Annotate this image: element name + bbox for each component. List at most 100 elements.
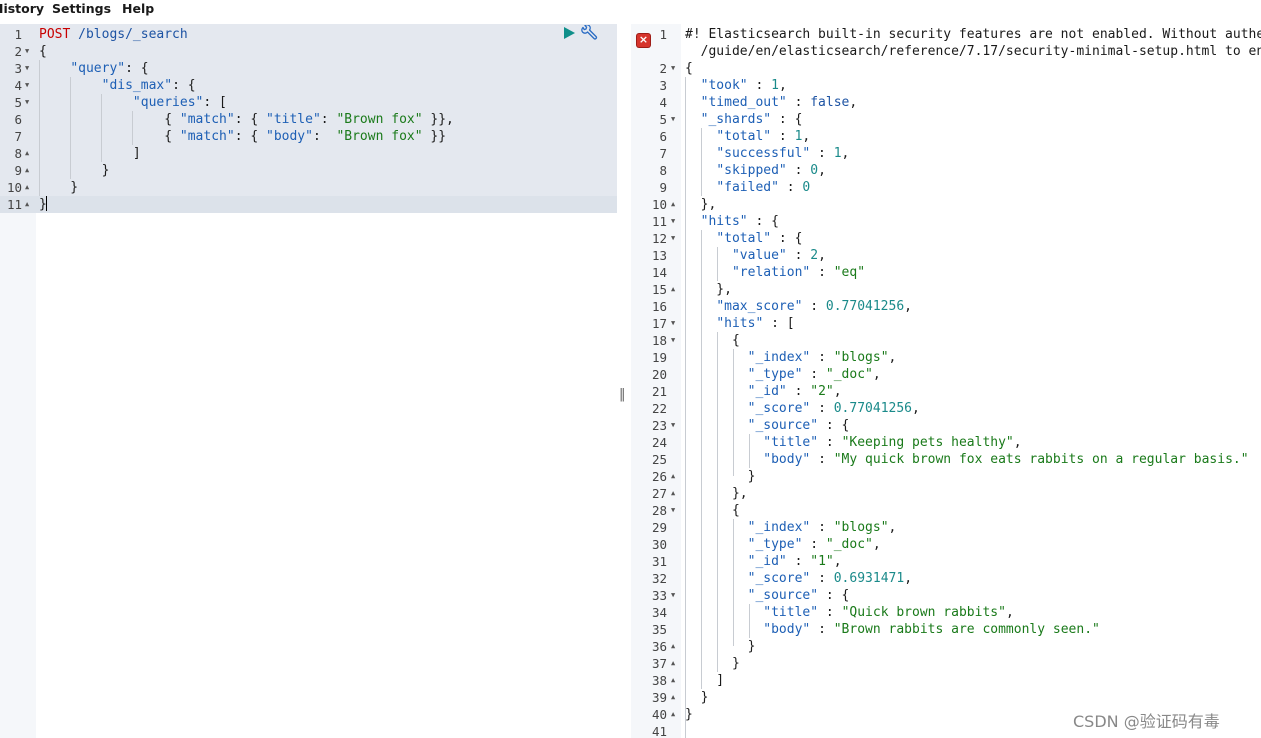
menu-help[interactable]: Help	[122, 1, 154, 17]
code-line[interactable]: /guide/en/elasticsearch/reference/7.17/s…	[631, 43, 1261, 60]
code-line[interactable]: 1 #! Elasticsearch built-in security feat…	[631, 26, 1261, 43]
fold-toggle-close-icon[interactable]: ▲	[671, 706, 675, 723]
code-line[interactable]: 16 "max_score" : 0.77041256,	[631, 298, 1261, 315]
code-token: }	[685, 690, 709, 705]
fold-toggle-close-icon[interactable]: ▲	[25, 162, 29, 179]
code-line[interactable]: 8 "skipped" : 0,	[631, 162, 1261, 179]
code-line[interactable]: 39 ▲ }	[631, 689, 1261, 706]
fold-toggle-close-icon[interactable]: ▲	[25, 145, 29, 162]
fold-toggle-close-icon[interactable]: ▲	[671, 281, 675, 298]
code-line[interactable]: 24 "title" : "Keeping pets healthy",	[631, 434, 1261, 451]
code-line[interactable]: 15 ▲ },	[631, 281, 1261, 298]
line-number: 28	[651, 503, 667, 518]
fold-toggle-open-icon[interactable]: ▼	[671, 230, 675, 247]
fold-toggle-close-icon[interactable]: ▲	[671, 638, 675, 655]
code-line[interactable]: 9 ▲ }	[0, 162, 617, 179]
fold-toggle-open-icon[interactable]: ▼	[671, 587, 675, 604]
fold-toggle-close-icon[interactable]: ▲	[25, 179, 29, 196]
fold-toggle-close-icon[interactable]: ▲	[671, 485, 675, 502]
fold-toggle-open-icon[interactable]: ▼	[25, 43, 29, 60]
play-icon[interactable]	[563, 27, 575, 39]
code-line[interactable]: 22 "_score" : 0.77041256,	[631, 400, 1261, 417]
code-token: "body"	[266, 129, 313, 144]
code-line[interactable]: 23 ▼ "_source" : {	[631, 417, 1261, 434]
fold-toggle-open-icon[interactable]: ▼	[671, 417, 675, 434]
pane-resize-handle[interactable]: ‖	[619, 385, 628, 405]
fold-toggle-close-icon[interactable]: ▲	[671, 468, 675, 485]
code-line[interactable]: 4 "timed_out" : false,	[631, 94, 1261, 111]
line-number: 3	[659, 78, 667, 93]
code-text: "_source" : {	[685, 417, 850, 434]
menu-history[interactable]: History	[0, 1, 44, 17]
code-line[interactable]: 14 "relation" : "eq"	[631, 264, 1261, 281]
code-token: "dis_max"	[101, 78, 173, 93]
code-line[interactable]: 10 ▲ }	[0, 179, 617, 196]
code-line[interactable]: 28 ▼ {	[631, 502, 1261, 519]
fold-toggle-close-icon[interactable]: ▲	[671, 672, 675, 689]
code-line[interactable]: 26 ▲ }	[631, 468, 1261, 485]
code-token: : [	[763, 316, 795, 331]
menu-settings[interactable]: Settings	[52, 1, 111, 17]
code-line[interactable]: 9 "failed" : 0	[631, 179, 1261, 196]
code-line[interactable]: 21 "_id" : "2",	[631, 383, 1261, 400]
code-line[interactable]: 29 "_index" : "blogs",	[631, 519, 1261, 536]
code-line[interactable]: 11 ▼ "hits" : {	[631, 213, 1261, 230]
code-line[interactable]: 10 ▲ },	[631, 196, 1261, 213]
code-line[interactable]: 31 "_id" : "1",	[631, 553, 1261, 570]
code-line[interactable]: 18 ▼ {	[631, 332, 1261, 349]
fold-toggle-open-icon[interactable]: ▼	[671, 60, 675, 77]
code-line[interactable]: 4 ▼ "dis_max": {	[0, 77, 617, 94]
code-line[interactable]: 8 ▲ ]	[0, 145, 617, 162]
code-line[interactable]: 20 "_type" : "_doc",	[631, 366, 1261, 383]
code-line[interactable]: 37 ▲ }	[631, 655, 1261, 672]
code-line[interactable]: 33 ▼ "_source" : {	[631, 587, 1261, 604]
code-line[interactable]: 19 "_index" : "blogs",	[631, 349, 1261, 366]
code-token: :	[786, 554, 811, 569]
code-token: : {	[234, 112, 266, 127]
code-text: "body" : "Brown rabbits are commonly see…	[685, 621, 1100, 638]
code-line[interactable]: 3 "took" : 1,	[631, 77, 1261, 94]
code-line[interactable]: 13 "value" : 2,	[631, 247, 1261, 264]
wrench-icon[interactable]	[580, 25, 598, 41]
code-line[interactable]: 2 ▼{	[631, 60, 1261, 77]
request-editor[interactable]: 1 POST /blogs/_search 2 ▼{3 ▼ "query": {4 ▼ "…	[0, 24, 617, 738]
code-line[interactable]: 2 ▼{	[0, 43, 617, 60]
fold-toggle-open-icon[interactable]: ▼	[671, 315, 675, 332]
code-line[interactable]: 7 "successful" : 1,	[631, 145, 1261, 162]
code-line[interactable]: 25 "body" : "My quick brown fox eats rab…	[631, 451, 1261, 468]
code-line[interactable]: 17 ▼ "hits" : [	[631, 315, 1261, 332]
code-token: }	[685, 639, 756, 654]
code-text: }	[685, 638, 756, 655]
code-line[interactable]: 32 "_score" : 0.6931471,	[631, 570, 1261, 587]
fold-toggle-open-icon[interactable]: ▼	[671, 111, 675, 128]
fold-toggle-open-icon[interactable]: ▼	[671, 213, 675, 230]
code-line[interactable]: 5 ▼ "queries": [	[0, 94, 617, 111]
code-token: },	[685, 282, 732, 297]
code-line[interactable]: 7 { "match": { "body": "Brown fox" }}	[0, 128, 617, 145]
code-line[interactable]: 30 "_type" : "_doc",	[631, 536, 1261, 553]
fold-toggle-close-icon[interactable]: ▲	[25, 196, 29, 213]
fold-toggle-close-icon[interactable]: ▲	[671, 655, 675, 672]
code-line[interactable]: 11 ▲}	[0, 196, 617, 213]
fold-toggle-open-icon[interactable]: ▼	[671, 502, 675, 519]
code-line[interactable]: 12 ▼ "total" : {	[631, 230, 1261, 247]
code-line[interactable]: 36 ▲ }	[631, 638, 1261, 655]
code-line[interactable]: 6 { "match": { "title": "Brown fox" }},	[0, 111, 617, 128]
code-line[interactable]: 35 "body" : "Brown rabbits are commonly …	[631, 621, 1261, 638]
code-line[interactable]: 5 ▼ "_shards" : {	[631, 111, 1261, 128]
fold-toggle-open-icon[interactable]: ▼	[25, 77, 29, 94]
code-line[interactable]: 3 ▼ "query": {	[0, 60, 617, 77]
code-line[interactable]: 38 ▲ ]	[631, 672, 1261, 689]
code-line[interactable]: 27 ▲ },	[631, 485, 1261, 502]
fold-toggle-open-icon[interactable]: ▼	[671, 332, 675, 349]
fold-toggle-open-icon[interactable]: ▼	[25, 60, 29, 77]
code-line[interactable]: 6 "total" : 1,	[631, 128, 1261, 145]
code-line[interactable]: 1 POST /blogs/_search	[0, 26, 617, 43]
code-line[interactable]: 34 "title" : "Quick brown rabbits",	[631, 604, 1261, 621]
fold-toggle-close-icon[interactable]: ▲	[671, 196, 675, 213]
fold-toggle-open-icon[interactable]: ▼	[25, 94, 29, 111]
response-viewer[interactable]: × 1 #! Elasticsearch built-in security fe…	[631, 24, 1261, 738]
fold-toggle-close-icon[interactable]: ▲	[671, 689, 675, 706]
